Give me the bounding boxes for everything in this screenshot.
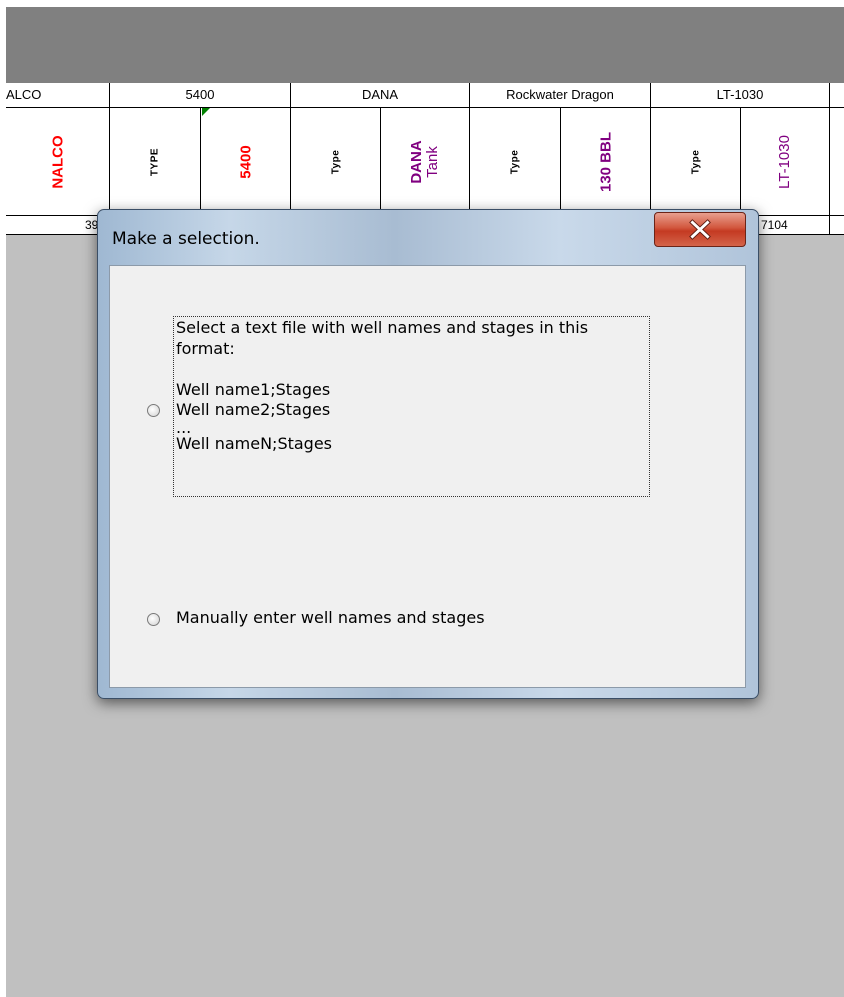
option-file-line: Select a text file with well names and s… bbox=[176, 318, 589, 337]
dialog-client-area: Select a text file with well names and s… bbox=[109, 265, 746, 688]
grid-header-row: ALCO 5400 DANA Rockwater Dragon LT-1030 bbox=[6, 83, 844, 108]
subheader-cell[interactable]: 130 BBL bbox=[561, 108, 651, 215]
subheader-cell[interactable]: Type bbox=[291, 108, 381, 215]
comment-indicator bbox=[202, 108, 210, 116]
selection-dialog: Make a selection. Select a text file wit… bbox=[97, 209, 759, 699]
header-cell-5400[interactable]: 5400 bbox=[110, 83, 291, 107]
data-cell[interactable]: 392 bbox=[6, 216, 110, 234]
subheader-text-line1: DANA bbox=[408, 139, 425, 184]
dialog-title: Make a selection. bbox=[112, 229, 260, 249]
subheader-cell[interactable]: Type bbox=[470, 108, 561, 215]
close-button[interactable] bbox=[654, 212, 746, 247]
subheader-cell[interactable]: Type bbox=[651, 108, 741, 215]
subheader-text: Type bbox=[509, 149, 521, 174]
option-file-line: Well nameN;Stages bbox=[176, 433, 333, 453]
option-file-line: ... bbox=[176, 417, 192, 437]
header-cell-alco[interactable]: ALCO bbox=[6, 83, 110, 107]
subheader-text-line2: Tank bbox=[424, 145, 441, 178]
top-gray-band bbox=[6, 7, 844, 83]
header-cell-lt1030[interactable]: LT-1030 bbox=[651, 83, 830, 107]
option-file-line: format: bbox=[176, 338, 235, 358]
subheader-text: Type bbox=[690, 149, 701, 174]
subheader-cell[interactable]: DANA Tank bbox=[381, 108, 470, 215]
subheader-text: DANA Tank bbox=[408, 139, 441, 184]
subheader-cell[interactable]: TYPE bbox=[110, 108, 201, 215]
close-icon bbox=[689, 219, 711, 240]
subheader-text: 5400 bbox=[237, 144, 254, 179]
subheader-cell[interactable]: LT-1030 bbox=[741, 108, 830, 215]
option-manual-label[interactable]: Manually enter well names and stages bbox=[176, 608, 485, 629]
subheader-text: 130 BBL bbox=[597, 131, 614, 192]
subheader-cell[interactable]: NALCO bbox=[6, 108, 110, 215]
subheader-cell[interactable]: 5400 bbox=[201, 108, 291, 215]
option-manual-radio[interactable] bbox=[147, 613, 160, 626]
option-file-line bbox=[176, 359, 588, 380]
option-file-line: Well name1;Stages bbox=[176, 379, 331, 399]
header-cell-dana[interactable]: DANA bbox=[291, 83, 470, 107]
subheader-text: NALCO bbox=[49, 134, 66, 189]
subheader-text: Type bbox=[330, 149, 341, 174]
grid-subheader-row: NALCO TYPE 5400 Type DANA Tank Type 130 … bbox=[6, 108, 844, 216]
subheader-text: TYPE bbox=[149, 147, 161, 176]
header-cell-rockwater-dragon[interactable]: Rockwater Dragon bbox=[470, 83, 651, 107]
option-file-line: Well name2;Stages bbox=[176, 400, 331, 419]
option-file-radio[interactable] bbox=[147, 404, 160, 417]
subheader-text: LT-1030 bbox=[776, 134, 793, 189]
option-file-label[interactable]: Select a text file with well names and s… bbox=[176, 318, 588, 454]
